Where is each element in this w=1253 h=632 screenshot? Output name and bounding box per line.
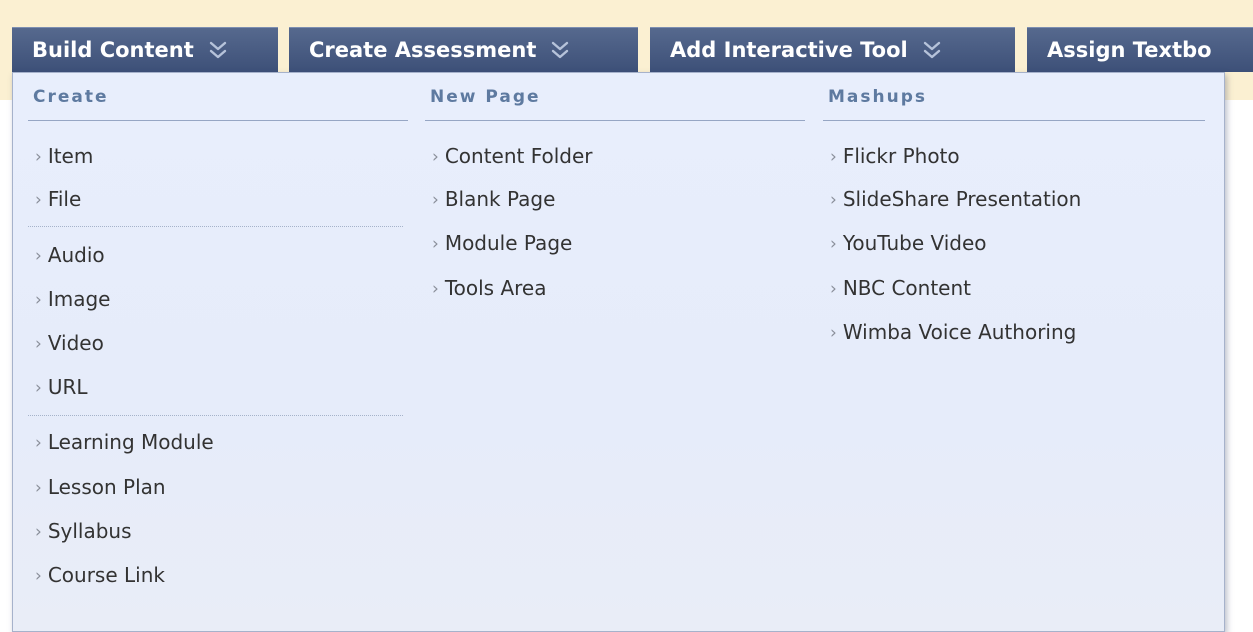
menu-item-label: Blank Page xyxy=(444,187,556,211)
build-content-tab[interactable]: Build Content xyxy=(12,27,278,72)
menu-item-tools-area[interactable]: › Tools Area xyxy=(432,276,546,300)
assign-textbook-label: Assign Textbo xyxy=(1047,38,1212,62)
chevron-right-icon: › xyxy=(35,478,42,498)
menu-item-content-folder[interactable]: › Content Folder xyxy=(432,144,593,168)
menu-item-label: Learning Module xyxy=(47,430,214,454)
menu-item-label: Flickr Photo xyxy=(842,144,960,168)
menu-item-syllabus[interactable]: › Syllabus xyxy=(35,519,132,543)
menu-item-image[interactable]: › Image xyxy=(35,287,110,311)
build-content-dropdown-menu: Create › Item › File › Audio › Image › Video … xyxy=(12,72,1225,632)
new-page-header-divider xyxy=(425,120,805,121)
assign-textbook-tab[interactable]: Assign Textbo xyxy=(1027,27,1253,72)
chevron-right-icon: › xyxy=(35,147,42,167)
chevron-right-icon: › xyxy=(35,433,42,453)
new-page-header: New Page xyxy=(430,87,541,107)
menu-item-label: Lesson Plan xyxy=(47,475,166,499)
chevron-right-icon: › xyxy=(35,378,42,398)
menu-item-label: Syllabus xyxy=(47,519,132,543)
menu-item-label: Course Link xyxy=(47,563,165,587)
create-assessment-label: Create Assessment xyxy=(309,38,537,62)
menu-item-blank-page[interactable]: › Blank Page xyxy=(432,187,555,211)
double-chevron-down-icon xyxy=(208,39,228,61)
menu-item-label: Image xyxy=(47,287,111,311)
menu-item-label: Wimba Voice Authoring xyxy=(842,320,1077,344)
chevron-right-icon: › xyxy=(35,290,42,310)
chevron-right-icon: › xyxy=(830,190,837,210)
mashups-header: Mashups xyxy=(828,87,927,107)
menu-item-label: File xyxy=(47,187,82,211)
build-content-label: Build Content xyxy=(32,38,194,62)
menu-item-file[interactable]: › File xyxy=(35,187,81,211)
chevron-right-icon: › xyxy=(35,566,42,586)
menu-item-youtube-video[interactable]: › YouTube Video xyxy=(830,231,987,255)
create-header: Create xyxy=(33,87,109,107)
double-chevron-down-icon xyxy=(922,39,942,61)
menu-item-course-link[interactable]: › Course Link xyxy=(35,563,165,587)
double-chevron-down-icon xyxy=(550,39,570,61)
menu-item-label: YouTube Video xyxy=(842,231,987,255)
menu-item-label: Content Folder xyxy=(444,144,593,168)
menu-item-lesson-plan[interactable]: › Lesson Plan xyxy=(35,475,166,499)
menu-item-label: Item xyxy=(47,144,94,168)
menu-item-label: Tools Area xyxy=(444,276,547,300)
create-header-divider xyxy=(28,120,408,121)
chevron-right-icon: › xyxy=(432,147,439,167)
add-interactive-tool-label: Add Interactive Tool xyxy=(670,38,908,62)
menu-item-label: URL xyxy=(47,375,88,399)
chevron-right-icon: › xyxy=(432,279,439,299)
menu-item-label: Audio xyxy=(47,243,105,267)
menu-item-wimba-voice-authoring[interactable]: › Wimba Voice Authoring xyxy=(830,320,1076,344)
add-interactive-tool-tab[interactable]: Add Interactive Tool xyxy=(650,27,1015,72)
menu-item-audio[interactable]: › Audio xyxy=(35,243,105,267)
chevron-right-icon: › xyxy=(35,246,42,266)
menu-item-label: Video xyxy=(47,331,104,355)
menu-item-label: Module Page xyxy=(444,231,573,255)
chevron-right-icon: › xyxy=(432,234,439,254)
menu-item-nbc-content[interactable]: › NBC Content xyxy=(830,276,971,300)
menu-item-module-page[interactable]: › Module Page xyxy=(432,231,572,255)
menu-item-label: NBC Content xyxy=(842,276,972,300)
group-separator xyxy=(28,415,403,416)
chevron-right-icon: › xyxy=(35,190,42,210)
group-separator xyxy=(28,226,403,227)
menu-item-slideshare-presentation[interactable]: › SlideShare Presentation xyxy=(830,187,1081,211)
menu-item-video[interactable]: › Video xyxy=(35,331,104,355)
chevron-right-icon: › xyxy=(35,522,42,542)
chevron-right-icon: › xyxy=(830,279,837,299)
menu-item-flickr-photo[interactable]: › Flickr Photo xyxy=(830,144,960,168)
chevron-right-icon: › xyxy=(432,190,439,210)
chevron-right-icon: › xyxy=(830,234,837,254)
chevron-right-icon: › xyxy=(830,147,837,167)
chevron-right-icon: › xyxy=(830,323,837,343)
menu-item-item[interactable]: › Item xyxy=(35,144,93,168)
mashups-header-divider xyxy=(823,120,1205,121)
menu-item-url[interactable]: › URL xyxy=(35,375,88,399)
create-assessment-tab[interactable]: Create Assessment xyxy=(289,27,638,72)
chevron-right-icon: › xyxy=(35,334,42,354)
menu-item-label: SlideShare Presentation xyxy=(842,187,1082,211)
menu-item-learning-module[interactable]: › Learning Module xyxy=(35,430,214,454)
